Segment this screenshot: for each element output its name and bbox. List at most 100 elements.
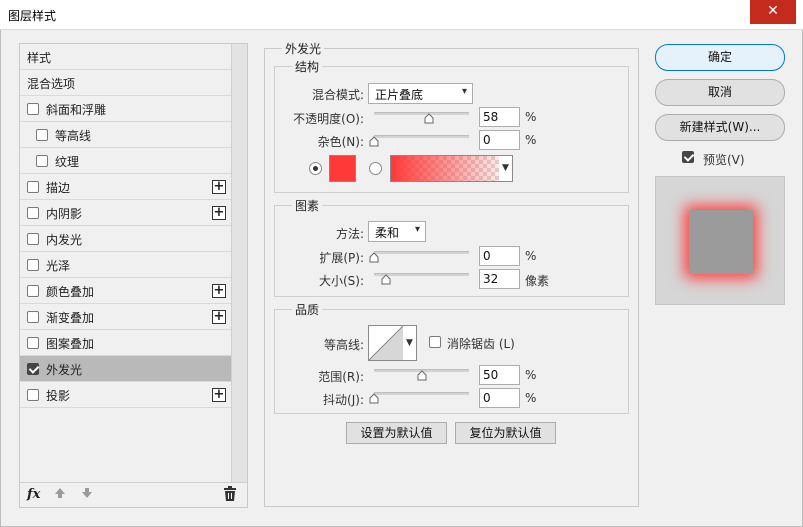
- size-input[interactable]: 32: [479, 269, 520, 289]
- add-effect-icon[interactable]: +: [212, 180, 226, 194]
- arrow-down-icon[interactable]: [81, 487, 93, 503]
- jitter-slider-thumb[interactable]: [369, 393, 379, 404]
- gradient-dropdown-button[interactable]: ▼: [499, 155, 513, 182]
- size-slider-thumb[interactable]: [381, 274, 391, 285]
- jitter-unit: %: [525, 391, 537, 405]
- style-list-item[interactable]: 纹理: [20, 148, 231, 174]
- noise-unit: %: [525, 133, 537, 147]
- style-item-checkbox[interactable]: [27, 207, 39, 219]
- add-effect-icon[interactable]: +: [212, 284, 226, 298]
- range-slider-thumb[interactable]: [417, 370, 427, 381]
- technique-select[interactable]: 柔和 ▾: [368, 221, 426, 242]
- blend-mode-select[interactable]: 正片叠底 ▾: [368, 83, 473, 104]
- close-icon: ✕: [767, 3, 779, 19]
- add-effect-icon[interactable]: +: [212, 388, 226, 402]
- style-item-label: 描边: [46, 181, 71, 195]
- chevron-down-icon: ▼: [502, 163, 509, 173]
- style-item-checkbox[interactable]: [36, 129, 48, 141]
- noise-slider-thumb[interactable]: [369, 136, 379, 147]
- opacity-slider[interactable]: [374, 112, 469, 115]
- range-input[interactable]: 50: [479, 365, 520, 385]
- style-item-label: 内发光: [46, 233, 83, 247]
- blend-mode-value: 正片叠底: [375, 88, 424, 102]
- style-item-label: 渐变叠加: [46, 311, 95, 325]
- style-list-item[interactable]: 投影 +: [20, 382, 231, 408]
- style-list-item[interactable]: 渐变叠加 +: [20, 304, 231, 330]
- range-label: 范围(R):: [318, 370, 364, 384]
- style-item-label: 混合选项: [27, 77, 76, 91]
- style-item-label: 样式: [27, 51, 52, 65]
- spread-input[interactable]: 0: [479, 246, 520, 266]
- style-list-item[interactable]: 内发光: [20, 226, 231, 252]
- add-effect-icon[interactable]: +: [212, 206, 226, 220]
- glow-gradient-picker[interactable]: [390, 155, 513, 182]
- preview-checkbox[interactable]: [682, 151, 694, 163]
- close-button[interactable]: ✕: [750, 0, 796, 24]
- style-list-item[interactable]: 斜面和浮雕: [20, 96, 231, 122]
- range-unit: %: [525, 368, 537, 382]
- style-item-checkbox[interactable]: [27, 285, 39, 297]
- style-list-item[interactable]: 图案叠加: [20, 330, 231, 356]
- style-item-checkbox[interactable]: [27, 233, 39, 245]
- outer-glow-title: 外发光: [282, 40, 325, 57]
- add-effect-icon[interactable]: +: [212, 310, 226, 324]
- style-list-item[interactable]: 等高线: [20, 122, 231, 148]
- style-list-item[interactable]: 内阴影 +: [20, 200, 231, 226]
- contour-curve-icon: [368, 325, 404, 361]
- glow-color-swatch[interactable]: [329, 155, 356, 182]
- solid-color-radio[interactable]: [309, 162, 322, 175]
- spread-unit: %: [525, 249, 537, 263]
- style-item-label: 光泽: [46, 259, 71, 273]
- opacity-input[interactable]: 58: [479, 107, 520, 127]
- style-list-item[interactable]: 光泽: [20, 252, 231, 278]
- spread-slider[interactable]: [374, 251, 469, 254]
- chevron-down-icon: ▾: [461, 86, 467, 97]
- make-default-button[interactable]: 设置为默认值: [346, 422, 447, 444]
- jitter-slider[interactable]: [374, 392, 469, 395]
- style-list-item[interactable]: 外发光: [20, 356, 231, 382]
- style-item-label: 等高线: [55, 129, 92, 143]
- size-label: 大小(S):: [318, 274, 364, 288]
- jitter-input[interactable]: 0: [479, 388, 520, 408]
- style-item-label: 斜面和浮雕: [46, 103, 107, 117]
- spread-slider-thumb[interactable]: [369, 252, 379, 263]
- style-item-checkbox[interactable]: [27, 337, 39, 349]
- style-item-checkbox[interactable]: [27, 363, 39, 375]
- ok-button[interactable]: 确定: [655, 44, 785, 71]
- style-item-checkbox[interactable]: [27, 389, 39, 401]
- style-item-label: 投影: [46, 389, 71, 403]
- opacity-unit: %: [525, 110, 537, 124]
- style-list-item[interactable]: 样式: [20, 44, 231, 70]
- contour-dropdown-button[interactable]: ▼: [403, 325, 417, 361]
- style-list-scrollbar[interactable]: [231, 44, 247, 482]
- contour-picker[interactable]: [368, 325, 404, 361]
- style-item-checkbox[interactable]: [27, 311, 39, 323]
- style-item-checkbox[interactable]: [27, 103, 39, 115]
- arrow-up-icon[interactable]: [54, 487, 66, 503]
- trash-icon[interactable]: [223, 486, 237, 504]
- style-list-footer: fx: [20, 482, 247, 507]
- opacity-slider-thumb[interactable]: [424, 113, 434, 124]
- style-item-label: 纹理: [55, 155, 80, 169]
- fx-button[interactable]: fx: [27, 487, 40, 502]
- noise-input[interactable]: 0: [479, 130, 520, 150]
- style-item-label: 内阴影: [46, 207, 83, 221]
- noise-slider[interactable]: [374, 135, 469, 138]
- gradient-radio[interactable]: [369, 162, 382, 175]
- cancel-button[interactable]: 取消: [655, 79, 785, 106]
- style-item-checkbox[interactable]: [27, 181, 39, 193]
- antialias-checkbox[interactable]: [429, 336, 441, 348]
- technique-value: 柔和: [375, 226, 400, 240]
- technique-label: 方法:: [335, 227, 364, 241]
- preview-label: 预览(V): [703, 153, 745, 167]
- style-list-item[interactable]: 混合选项: [20, 70, 231, 96]
- style-item-checkbox[interactable]: [36, 155, 48, 167]
- blend-mode-label: 混合模式:: [311, 88, 364, 102]
- style-list-item[interactable]: 描边 +: [20, 174, 231, 200]
- style-item-checkbox[interactable]: [27, 259, 39, 271]
- new-style-button[interactable]: 新建样式(W)...: [655, 114, 785, 141]
- chevron-down-icon: ▾: [414, 224, 420, 235]
- style-list-item[interactable]: 颜色叠加 +: [20, 278, 231, 304]
- noise-label: 杂色(N):: [317, 135, 364, 149]
- reset-default-button[interactable]: 复位为默认值: [455, 422, 556, 444]
